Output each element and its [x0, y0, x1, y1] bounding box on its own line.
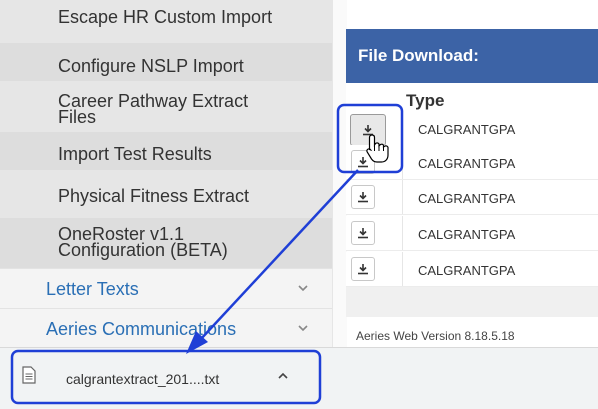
- chevron-down-icon: [298, 325, 308, 332]
- table-row: CALGRANTGPA: [346, 180, 598, 215]
- file-type: CALGRANTGPA: [418, 191, 516, 206]
- submenu-item-label: Physical Fitness Extract: [58, 186, 250, 206]
- submenu-item-oneroster[interactable]: OneRoster v1.1 Configuration (BETA): [0, 218, 332, 268]
- submenu-item-import-test-results[interactable]: Import Test Results: [0, 132, 332, 170]
- menu-item-letter-texts[interactable]: Letter Texts: [0, 268, 332, 309]
- download-cell: [346, 216, 403, 250]
- download-cell: [346, 111, 403, 146]
- download-icon: [363, 125, 373, 136]
- download-bar: calgrantextract_201....txt: [0, 347, 598, 409]
- download-item[interactable]: calgrantextract_201....txt: [22, 363, 307, 395]
- file-type: CALGRANTGPA: [418, 156, 516, 171]
- download-cell: [346, 145, 403, 179]
- version-text: Aeries Web Version 8.18.5.18: [356, 329, 515, 343]
- table-row: CALGRANTGPA: [346, 145, 598, 180]
- submenu-item-label: Import Test Results: [58, 144, 212, 164]
- file-type: CALGRANTGPA: [418, 227, 516, 242]
- file-type: CALGRANTGPA: [418, 122, 516, 137]
- file-download-header: File Download:: [346, 29, 598, 83]
- panel-divider: [332, 0, 347, 347]
- download-button[interactable]: [351, 150, 375, 174]
- download-button[interactable]: [351, 257, 375, 281]
- menu-item-label: Aeries Communications: [46, 319, 237, 339]
- submenu-item-label: Escape HR Custom Import: [58, 7, 273, 27]
- import-export-submenu: Escape HR Custom Import Configure NSLP I…: [0, 0, 332, 268]
- table-scroll-area: [346, 287, 598, 317]
- menu-item-aeries-communications[interactable]: Aeries Communications: [0, 308, 332, 348]
- file-icon: [22, 366, 36, 384]
- download-cell: [346, 252, 403, 286]
- submenu-item-label-line2: Configuration (BETA): [58, 240, 228, 260]
- download-filename: calgrantextract_201....txt: [66, 371, 220, 387]
- caret-up-icon[interactable]: [276, 370, 290, 382]
- download-cell: [346, 180, 403, 214]
- submenu-item-physical-fitness[interactable]: Physical Fitness Extract: [0, 176, 332, 214]
- file-type: CALGRANTGPA: [418, 263, 516, 278]
- download-button[interactable]: [351, 185, 375, 209]
- download-icon: [358, 157, 368, 168]
- panel-title: File Download:: [358, 46, 479, 65]
- download-icon: [358, 192, 368, 203]
- table-row: CALGRANTGPA: [346, 252, 598, 287]
- column-header-type: Type: [406, 91, 445, 110]
- download-button[interactable]: [351, 221, 375, 245]
- chevron-down-icon: [298, 285, 308, 292]
- submenu-item-label-line2: Files: [58, 107, 97, 127]
- submenu-item-configure-nslp[interactable]: Configure NSLP Import: [0, 43, 332, 81]
- menu-item-label: Letter Texts: [46, 279, 139, 299]
- submenu-item-career-pathway[interactable]: Career Pathway Extract Files: [0, 86, 332, 132]
- table-header: Type: [346, 83, 598, 111]
- download-icon: [358, 264, 368, 275]
- download-button[interactable]: [350, 114, 386, 146]
- sidebar: Escape HR Custom Import Configure NSLP I…: [0, 0, 332, 348]
- submenu-item-label: Configure NSLP Import: [58, 56, 244, 76]
- table-row: CALGRANTGPA: [346, 111, 598, 146]
- submenu-item-escape-hr-import[interactable]: Escape HR Custom Import: [0, 0, 332, 38]
- table-row: CALGRANTGPA: [346, 216, 598, 251]
- download-icon: [358, 228, 368, 239]
